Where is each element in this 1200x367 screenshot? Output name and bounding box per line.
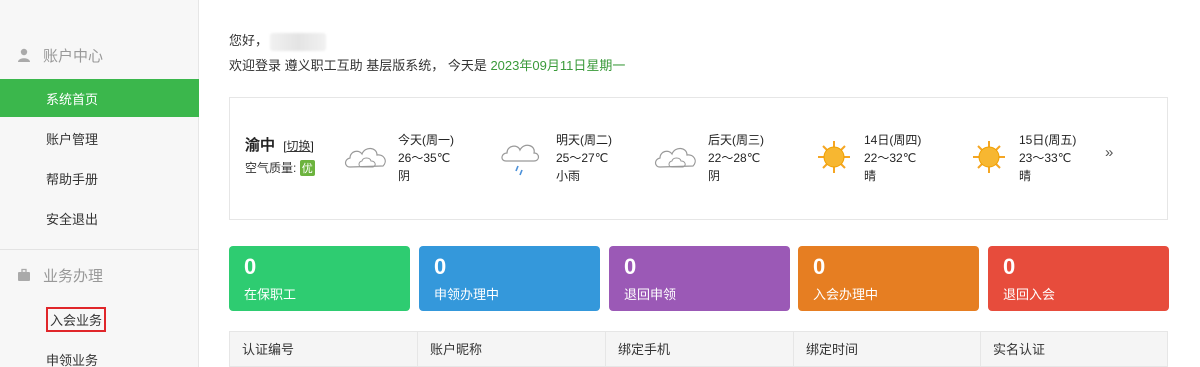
greeting: 您好， (229, 30, 327, 51)
greeting-hello: 您好， (229, 33, 269, 48)
aqi-badge: 优 (299, 160, 315, 176)
day-temp: 26～35℃ (398, 151, 451, 165)
stat-card-claim-processing[interactable]: 0 申领办理中 (419, 246, 600, 311)
light-rain-icon (501, 144, 540, 176)
stat-number: 0 (1003, 254, 1016, 279)
current-date: 2023年09月11日星期一 (490, 58, 626, 73)
more-weather-arrow[interactable]: » (1105, 144, 1113, 161)
sidebar-item-claim[interactable]: 申领业务 (0, 340, 199, 367)
switch-city-link[interactable]: 切换 (287, 139, 311, 153)
air-quality: 空气质量: 优 (245, 159, 315, 176)
column-header[interactable]: 实名认证 (981, 332, 1167, 367)
day-desc: 阴 (398, 169, 411, 183)
stat-label: 申领办理中 (434, 287, 500, 302)
day-name: 后天(周三) (708, 133, 764, 147)
stat-number: 0 (813, 254, 826, 279)
stat-number: 0 (624, 254, 637, 279)
table-header: 认证编号 账户昵称 绑定手机 绑定时间 实名认证 (229, 331, 1168, 367)
weather-panel: 渝中 [切换] 空气质量: 优 今天(周一) 26～35℃ 阴 明天(周二) 25～2… (229, 97, 1168, 220)
welcome-line: 欢迎登录 遵义职工互助 基层版系统， 今天是 2023年09月11日星期一 (229, 55, 625, 74)
day-desc: 阴 (708, 169, 721, 183)
divider (0, 249, 199, 250)
column-header[interactable]: 绑定时间 (794, 332, 981, 367)
welcome-text: 欢迎登录 遵义职工互助 基层版系统， 今天是 (229, 58, 491, 73)
weather-day: 14日(周四) 22～32℃ 晴 (808, 131, 958, 191)
briefcase-icon (17, 268, 31, 282)
stat-card-claim-returned[interactable]: 0 退回申领 (609, 246, 790, 311)
sidebar-item-label: 帮助手册 (46, 171, 99, 187)
sidebar-item-label: 申领业务 (46, 352, 99, 367)
sunny-icon (973, 141, 1005, 173)
sidebar-item-label: 安全退出 (46, 211, 99, 227)
username-redacted (270, 32, 327, 51)
day-name: 明天(周二) (556, 133, 612, 147)
sunny-icon (818, 141, 850, 173)
column-header[interactable]: 认证编号 (230, 332, 418, 367)
cloudy-icon (654, 147, 696, 168)
weather-day: 今天(周一) 26～35℃ 阴 (342, 131, 492, 191)
sidebar: 账户中心 系统首页 账户管理 帮助手册 安全退出 业务办理 入会业务 申领业务 (0, 0, 199, 367)
weather-day: 15日(周五) 23～33℃ 晴 (963, 131, 1113, 191)
cloudy-icon (344, 147, 386, 168)
weather-city: 渝中 [切换] (245, 137, 314, 154)
day-desc: 晴 (864, 169, 877, 183)
sidebar-item-label: 账户管理 (46, 131, 99, 147)
weather-day: 明天(周二) 25～27℃ 小雨 (500, 131, 650, 191)
stat-label: 入会办理中 (813, 287, 879, 302)
day-name: 14日(周四) (864, 133, 922, 147)
day-name: 今天(周一) (398, 133, 454, 147)
day-temp: 22～28℃ (708, 151, 761, 165)
column-header[interactable]: 绑定手机 (606, 332, 794, 367)
aqi-label: 空气质量: (245, 161, 297, 175)
stat-card-join-returned[interactable]: 0 退回入会 (988, 246, 1169, 311)
section-business: 业务办理 (0, 260, 199, 290)
sidebar-item-home[interactable]: 系统首页 (0, 79, 199, 117)
sidebar-item-label: 系统首页 (46, 91, 99, 107)
sidebar-item-label: 入会业务 (46, 306, 107, 332)
section-account-center: 账户中心 (0, 40, 199, 70)
day-temp: 25～27℃ (556, 151, 609, 165)
day-desc: 晴 (1019, 169, 1032, 183)
stat-number: 0 (434, 254, 447, 279)
section-title: 账户中心 (43, 47, 104, 65)
user-icon (17, 48, 31, 62)
stat-label: 退回入会 (1003, 287, 1056, 302)
day-temp: 22～32℃ (864, 151, 917, 165)
stat-card-join-processing[interactable]: 0 入会办理中 (798, 246, 979, 311)
day-desc: 小雨 (556, 169, 581, 183)
stat-label: 在保职工 (244, 287, 297, 302)
stat-number: 0 (244, 254, 257, 279)
sidebar-item-logout[interactable]: 安全退出 (0, 199, 199, 237)
day-temp: 23～33℃ (1019, 151, 1072, 165)
sidebar-item-join[interactable]: 入会业务 (0, 300, 199, 338)
stat-label: 退回申领 (624, 287, 677, 302)
sidebar-item-help[interactable]: 帮助手册 (0, 159, 199, 197)
stat-card-insured[interactable]: 0 在保职工 (229, 246, 410, 311)
sidebar-item-account[interactable]: 账户管理 (0, 119, 199, 157)
column-header[interactable]: 账户昵称 (418, 332, 606, 367)
city-name: 渝中 (245, 137, 276, 154)
day-name: 15日(周五) (1019, 133, 1077, 147)
weather-day: 后天(周三) 22～28℃ 阴 (652, 131, 802, 191)
section-title: 业务办理 (43, 267, 104, 285)
